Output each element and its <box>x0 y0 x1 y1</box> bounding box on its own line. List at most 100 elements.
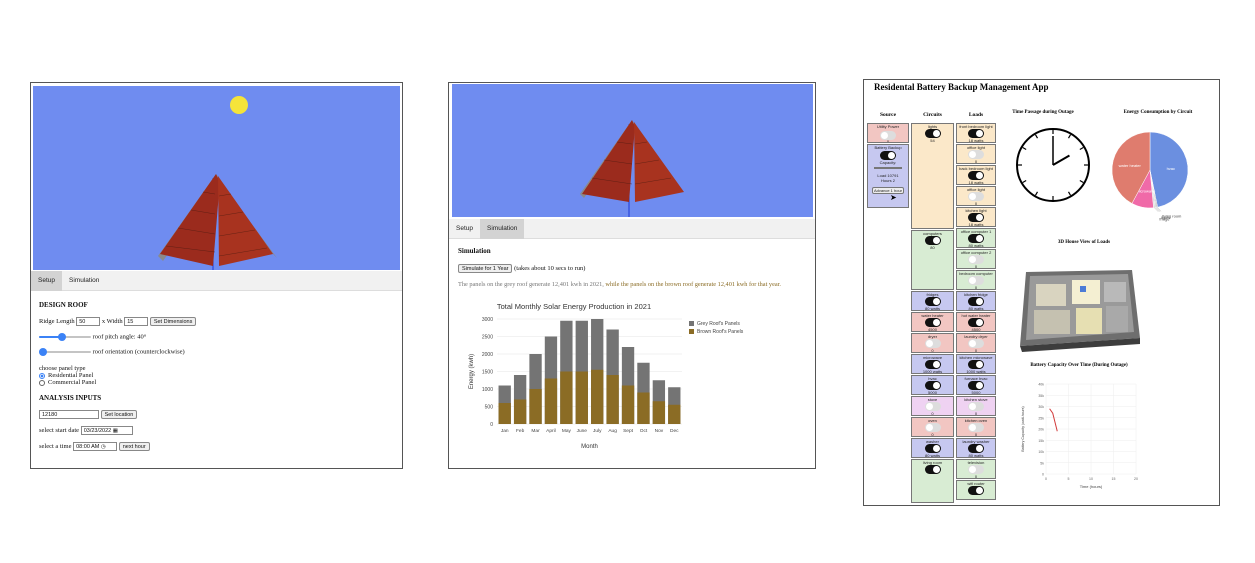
hours-text: Hours 2 <box>880 178 895 183</box>
roof-design-app-simulation: Setup Simulation Simulation Simulate for … <box>448 82 816 469</box>
bar-brown-Sept <box>621 385 635 424</box>
circuit-dryer: dryer 0 <box>911 333 954 353</box>
roof-3d-viewport[interactable] <box>452 84 813 217</box>
utility-power-cell: Utility Power 0 <box>867 123 909 143</box>
roof-face-right <box>634 122 684 202</box>
clock-icon[interactable]: ◷ <box>101 444 106 450</box>
battery-backup-label: Battery Backup <box>874 145 902 150</box>
circuit-toggle[interactable] <box>925 339 941 348</box>
residential-panel-option[interactable]: Residential Panel <box>39 372 399 379</box>
y-tick-label: 30k <box>1038 405 1044 409</box>
load-toggle[interactable] <box>968 318 984 327</box>
x-tick-label: May <box>562 428 572 434</box>
circuit-toggle[interactable] <box>925 402 941 411</box>
circuit-toggle[interactable] <box>925 381 941 390</box>
commercial-radio[interactable] <box>39 379 45 386</box>
load-toggle[interactable] <box>968 465 984 474</box>
utility-power-label: Utility Power <box>876 124 900 129</box>
design-roof-heading: DESIGN ROOF <box>39 301 88 309</box>
tab-setup[interactable]: Setup <box>31 271 62 291</box>
width-input[interactable]: 15 <box>124 317 149 326</box>
roof-3d-scene <box>580 120 687 217</box>
load-toggle[interactable] <box>968 381 984 390</box>
circuit-toggle[interactable] <box>925 444 941 453</box>
load-toggle[interactable] <box>968 297 984 306</box>
load-toggle[interactable] <box>968 402 984 411</box>
load-toggle[interactable] <box>968 423 984 432</box>
load-toggle[interactable] <box>968 255 984 264</box>
panel-type-label: choose panel type <box>39 365 86 372</box>
bar-brown-Feb <box>513 399 527 424</box>
tab-simulation[interactable]: Simulation <box>480 219 525 239</box>
circuit-toggle[interactable] <box>925 360 941 369</box>
legend-label[interactable]: Brown Roof's Panels <box>697 329 744 335</box>
start-date-input[interactable]: 03/23/2022 ▦ <box>80 426 133 435</box>
house-3d-view[interactable] <box>1014 262 1144 354</box>
load-toggle[interactable] <box>968 150 984 159</box>
load-toggle[interactable] <box>968 192 984 201</box>
load-toggle[interactable] <box>968 339 984 348</box>
time-input[interactable]: 08:00 AM ◷ <box>73 442 118 451</box>
pie-title: Energy Consumption by Circuit <box>1123 110 1193 115</box>
ridge-length-label: Ridge Length <box>39 317 75 325</box>
next-hour-button[interactable]: next hour <box>118 442 150 451</box>
load-value: 0 <box>974 474 978 479</box>
load-office-computer-1: office computer 1 80 watts <box>956 228 996 248</box>
bar-brown-April <box>544 378 558 424</box>
load-toggle[interactable] <box>968 234 984 243</box>
set-location-button[interactable]: Set location <box>100 410 138 419</box>
time-value: 08:00 AM <box>76 444 100 450</box>
chart-title: Total Monthly Solar Energy Production in… <box>497 302 651 311</box>
simulate-button[interactable]: Simulate for 1 Year <box>458 264 513 273</box>
load-value: 4500 <box>971 327 981 332</box>
bar-brown-Dec <box>668 404 681 424</box>
zip-code-input[interactable]: 12180 <box>39 410 99 419</box>
circuit-washer: washer 80 watts <box>911 438 954 458</box>
load-kitchen-stove: kitchen stove 0 <box>956 396 996 416</box>
calendar-icon[interactable]: ▦ <box>113 428 118 434</box>
tab-setup[interactable]: Setup <box>449 219 480 239</box>
tab-simulation[interactable]: Simulation <box>62 271 106 291</box>
legend-swatch <box>689 321 694 326</box>
battery-backup-toggle[interactable] <box>880 151 896 160</box>
load-toggle[interactable] <box>968 129 984 138</box>
circuit-toggle[interactable] <box>925 129 941 138</box>
load-toggle[interactable] <box>968 360 984 369</box>
load-value: 0 <box>974 348 978 353</box>
y-tick-label: 35k <box>1038 394 1044 398</box>
bar-brown-May <box>560 371 573 424</box>
circuit-toggle[interactable] <box>925 318 941 327</box>
load-toggle[interactable] <box>968 213 984 222</box>
load-toggle[interactable] <box>968 171 984 180</box>
circuit-toggle[interactable] <box>925 465 941 474</box>
y-axis-label: Energy (kwh) <box>469 354 475 389</box>
commercial-panel-option[interactable]: Commercial Panel <box>39 379 399 386</box>
legend-label[interactable]: Grey Roof's Panels <box>697 321 740 327</box>
simulation-heading: Simulation <box>458 247 491 255</box>
roof-orientation-label: roof orientation (counterclockwise) <box>92 348 185 356</box>
circuit-fridges: fridges 80 watts <box>911 291 954 311</box>
roof-pitch-slider[interactable] <box>39 333 91 341</box>
circuit-toggle[interactable] <box>925 236 941 245</box>
roof-3d-viewport[interactable] <box>33 86 400 270</box>
set-dimensions-button[interactable]: Set Dimensions <box>149 317 197 326</box>
load-toggle[interactable] <box>968 276 984 285</box>
residential-radio[interactable] <box>39 372 45 379</box>
load-toggle[interactable] <box>968 486 984 495</box>
circuit-toggle[interactable] <box>925 297 941 306</box>
residential-label: Residential Panel <box>48 372 94 379</box>
capacity-bar <box>874 167 902 169</box>
bar-brown-Jan <box>498 403 511 424</box>
load-hot-water-heater: hot water heater 4500 <box>956 312 996 332</box>
load-value: 18 watts <box>968 180 984 185</box>
x-axis-label: Time (hours) <box>1080 484 1103 489</box>
ridge-length-input[interactable]: 50 <box>76 317 101 326</box>
load-toggle[interactable] <box>968 444 984 453</box>
advance-hour-button[interactable]: Advance 1 hour <box>872 187 904 194</box>
roof-orientation-slider[interactable] <box>39 348 91 356</box>
circuit-toggle[interactable] <box>925 423 941 432</box>
y-tick-label: 15k <box>1038 439 1044 443</box>
y-tick-label: 40k <box>1038 383 1044 387</box>
load-kitchen-microwave: kitchen microwave 1000 watts <box>956 354 996 374</box>
x-tick-label: July <box>593 428 602 434</box>
